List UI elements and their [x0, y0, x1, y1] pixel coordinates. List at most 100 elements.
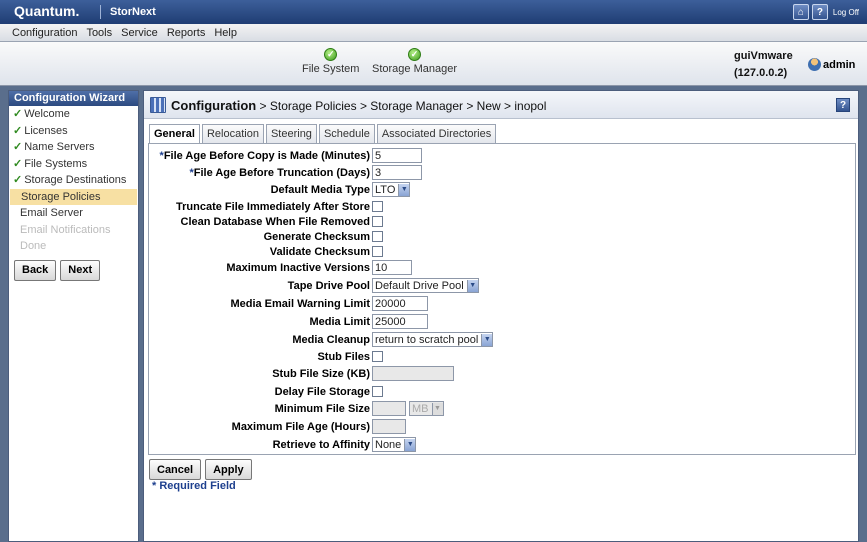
- min-size-unit-select: MB ▼: [409, 401, 444, 416]
- top-banner: Quantum. StorNext ⌂ ? Log Off: [0, 0, 867, 24]
- menu-service[interactable]: Service: [121, 27, 158, 39]
- delay-storage-checkbox[interactable]: [372, 386, 383, 397]
- select-value: MB: [412, 402, 429, 415]
- field-label: Retrieve to Affinity: [272, 439, 370, 451]
- form-row: Retrieve to Affinity None ▼: [149, 437, 857, 453]
- select-value: Default Drive Pool: [375, 279, 464, 292]
- field-label: Clean Database When File Removed: [180, 216, 371, 228]
- home-icon[interactable]: ⌂: [792, 4, 809, 20]
- wizard-step-licenses[interactable]: ✓ Licenses: [9, 123, 138, 140]
- field-label: Maximum Inactive Versions: [226, 262, 370, 274]
- menu-configuration[interactable]: Configuration: [12, 27, 77, 39]
- wizard-title: Configuration Wizard: [9, 91, 138, 106]
- field-label: *File Age Before Copy is Made (Minutes): [159, 150, 370, 162]
- generate-checksum-checkbox[interactable]: [372, 231, 383, 242]
- wizard-step-name-servers[interactable]: ✓ Name Servers: [9, 139, 138, 156]
- top-icons: ⌂ ? Log Off: [792, 4, 859, 20]
- page-title: Configuration: [171, 98, 257, 113]
- form-row: *File Age Before Copy is Made (Minutes): [149, 148, 857, 164]
- field-label: Media Limit: [309, 316, 370, 328]
- email-warning-input[interactable]: [372, 296, 428, 311]
- tab-relocation[interactable]: Relocation: [201, 124, 264, 143]
- status-bar: ✓ File System ✓ Storage Manager guiVmwar…: [0, 42, 867, 86]
- help-icon[interactable]: ?: [836, 98, 850, 112]
- help-icon[interactable]: ?: [811, 4, 828, 20]
- wizard-step-email-server[interactable]: Email Server: [9, 205, 138, 222]
- form-row: Media Limit: [149, 314, 857, 330]
- truncate-immediately-checkbox[interactable]: [372, 201, 383, 212]
- stub-size-input: [372, 366, 454, 381]
- status-label: Storage Manager: [372, 63, 457, 75]
- wizard-step-done: Done: [9, 238, 138, 255]
- menu-reports[interactable]: Reports: [167, 27, 206, 39]
- menu-tools[interactable]: Tools: [86, 27, 112, 39]
- tape-pool-select[interactable]: Default Drive Pool ▼: [372, 278, 479, 293]
- copy-age-input[interactable]: [372, 148, 422, 163]
- min-size-input: [372, 401, 406, 416]
- host-info: guiVmware (127.0.0.2): [734, 48, 793, 82]
- wizard-step-label: Licenses: [24, 124, 68, 137]
- check-icon: ✓: [13, 174, 23, 186]
- wizard-step-storage-destinations[interactable]: ✓ Storage Destinations: [9, 172, 138, 189]
- media-cleanup-select[interactable]: return to scratch pool ▼: [372, 332, 494, 347]
- status-storage-manager[interactable]: ✓ Storage Manager: [372, 48, 457, 75]
- media-type-select[interactable]: LTO ▼: [372, 182, 411, 197]
- field-label: Generate Checksum: [263, 231, 370, 243]
- wizard-step-label: Email Notifications: [20, 223, 111, 236]
- form-row: Generate Checksum: [149, 229, 857, 245]
- tab-associated-directories[interactable]: Associated Directories: [376, 124, 497, 143]
- wizard-step-label: Welcome: [24, 108, 70, 120]
- validate-checksum-checkbox[interactable]: [372, 246, 383, 257]
- cancel-button[interactable]: Cancel: [149, 459, 202, 480]
- tab-steering[interactable]: Steering: [265, 124, 317, 143]
- wizard-step-label: Storage Policies: [21, 190, 101, 203]
- tab-bar: General Relocation Steering Schedule Ass…: [149, 124, 498, 144]
- form-row: Maximum File Age (Hours): [149, 419, 857, 435]
- form-row: Stub Files: [149, 349, 857, 365]
- field-label: Maximum File Age (Hours): [231, 421, 370, 433]
- product-name: StorNext: [110, 6, 156, 18]
- field-label: Media Cleanup: [292, 334, 370, 346]
- required-field-note: * Required Field: [152, 480, 236, 492]
- form-row: Delay File Storage: [149, 384, 857, 400]
- wizard-step-label: Email Server: [20, 207, 83, 219]
- field-label: Stub File Size (KB): [272, 368, 370, 380]
- form-row: Clean Database When File Removed: [149, 214, 857, 230]
- select-value: None: [375, 438, 402, 451]
- media-limit-input[interactable]: [372, 314, 428, 329]
- status-file-system[interactable]: ✓ File System: [302, 48, 359, 75]
- wizard-step-label: File Systems: [24, 157, 88, 170]
- stub-files-checkbox[interactable]: [372, 351, 383, 362]
- affinity-select[interactable]: None ▼: [372, 437, 417, 452]
- tab-general[interactable]: General: [149, 124, 200, 144]
- wizard-step-file-systems[interactable]: ✓ File Systems: [9, 156, 138, 173]
- form-row: Validate Checksum: [149, 244, 857, 260]
- select-value: return to scratch pool: [375, 333, 479, 346]
- user-name: admin: [823, 58, 856, 71]
- form-row: Maximum Inactive Versions: [149, 260, 857, 276]
- form-row: Tape Drive Pool Default Drive Pool ▼: [149, 278, 857, 294]
- max-versions-input[interactable]: [372, 260, 412, 275]
- clean-database-checkbox[interactable]: [372, 216, 383, 227]
- tab-schedule[interactable]: Schedule: [318, 124, 375, 143]
- field-label: Media Email Warning Limit: [230, 298, 370, 310]
- main-panel: Configuration > Storage Policies > Stora…: [143, 90, 859, 542]
- truncation-age-input[interactable]: [372, 165, 422, 180]
- form-row: Media Email Warning Limit: [149, 296, 857, 312]
- next-button[interactable]: Next: [60, 259, 101, 281]
- wizard-step-label: Storage Destinations: [24, 174, 127, 186]
- max-age-input: [372, 419, 406, 434]
- breadcrumb-text: Configuration > Storage Policies > Stora…: [171, 98, 546, 113]
- wizard-step-storage-policies[interactable]: Storage Policies: [10, 188, 137, 205]
- wizard-step-welcome[interactable]: ✓ Welcome: [9, 106, 138, 123]
- menu-help[interactable]: Help: [214, 27, 237, 39]
- wizard-step-label: Done: [20, 240, 47, 252]
- logoff-link[interactable]: Log Off: [833, 8, 859, 17]
- user-info[interactable]: admin: [808, 58, 855, 71]
- back-button[interactable]: Back: [14, 259, 57, 281]
- apply-button[interactable]: Apply: [205, 459, 252, 480]
- quantum-logo: Quantum.: [14, 3, 80, 19]
- field-label: Minimum File Size: [274, 403, 370, 415]
- configuration-icon: [150, 97, 166, 113]
- chevron-down-icon: ▼: [466, 279, 478, 292]
